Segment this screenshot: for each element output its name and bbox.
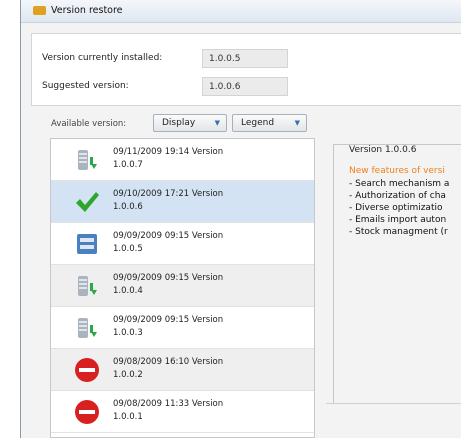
display-dropdown[interactable]: Display ▼ (153, 114, 227, 132)
version-list-item[interactable]: 09/08/2009 16:10 Version 1.0.0.2 (51, 349, 314, 391)
legend-dropdown[interactable]: Legend ▼ (232, 114, 307, 132)
version-list-item[interactable]: 09/10/2009 17:21 Version 1.0.0.6 (51, 181, 314, 223)
legend-dropdown-label: Legend (241, 118, 275, 128)
installed-package-icon (74, 231, 100, 257)
version-number-label: 1.0.0.7 (113, 160, 143, 170)
version-list-item[interactable]: 09/09/2009 09:15 Version 1.0.0.4 (51, 265, 314, 307)
version-date-label: 09/11/2009 19:14 Version (113, 147, 224, 157)
chevron-down-icon: ▼ (294, 119, 300, 127)
available-version-label: Available version: (51, 119, 127, 129)
chevron-down-icon: ▼ (214, 119, 220, 127)
version-date-label: 09/10/2009 17:21 Version (113, 189, 224, 199)
feature-item: - Diverse optimizatio (349, 203, 443, 213)
server-pending-icon (74, 147, 100, 173)
version-date-label: 09/08/2009 16:10 Version (113, 357, 224, 367)
blocked-icon (74, 399, 100, 425)
version-number-label: 1.0.0.2 (113, 370, 143, 380)
blocked-icon (74, 357, 100, 383)
version-list-item[interactable]: 09/11/2009 19:14 Version 1.0.0.7 (51, 139, 314, 181)
version-details-panel: Version 1.0.0.6 New features of versi - … (326, 138, 461, 438)
version-date-label: 09/09/2009 09:15 Version (113, 231, 224, 241)
feature-item: - Emails import auton (349, 215, 447, 225)
version-date-label: 09/08/2009 11:33 Version (113, 399, 224, 409)
suggested-label: Suggested version: (42, 81, 129, 91)
server-pending-icon (74, 315, 100, 341)
version-number-label: 1.0.0.3 (113, 328, 143, 338)
display-dropdown-label: Display (162, 118, 196, 128)
version-list[interactable]: 09/11/2009 19:14 Version 1.0.0.7 09/10/200… (50, 138, 315, 438)
version-list-item[interactable]: 09/09/2009 09:15 Version 1.0.0.3 (51, 307, 314, 349)
title-bar: Version restore (21, 0, 461, 23)
app-icon (33, 6, 46, 15)
feature-item: - Authorization of cha (349, 191, 446, 201)
version-number-label: 1.0.0.5 (113, 244, 143, 254)
details-bottom-area (326, 403, 461, 438)
server-pending-icon (74, 273, 100, 299)
version-restore-window: Version restore Version currently instal… (20, 0, 461, 438)
version-date-label: 09/09/2009 09:15 Version (113, 315, 224, 325)
version-list-item[interactable]: 09/09/2009 09:15 Version 1.0.0.5 (51, 223, 314, 265)
version-number-label: 1.0.0.1 (113, 412, 143, 422)
version-number-label: 1.0.0.4 (113, 286, 143, 296)
version-date-label: 09/09/2009 09:15 Version (113, 273, 224, 283)
details-frame: Version 1.0.0.6 New features of versi - … (333, 144, 461, 406)
installed-version-field: 1.0.0.5 (202, 49, 288, 68)
feature-item: - Stock managment (r (349, 227, 448, 237)
details-legend: Version 1.0.0.6 (346, 145, 420, 155)
suggested-version-field: 1.0.0.6 (202, 77, 288, 96)
window-title: Version restore (51, 5, 123, 16)
version-list-item[interactable]: 09/08/2009 11:33 Version 1.0.0.1 (51, 391, 314, 433)
version-info-panel: Version currently installed: 1.0.0.5 Sug… (31, 33, 461, 106)
installed-label: Version currently installed: (42, 53, 163, 63)
feature-item: - Search mechanism a (349, 179, 450, 189)
version-number-label: 1.0.0.6 (113, 202, 143, 212)
checkmark-icon (74, 189, 100, 215)
features-title: New features of versi (349, 166, 445, 176)
